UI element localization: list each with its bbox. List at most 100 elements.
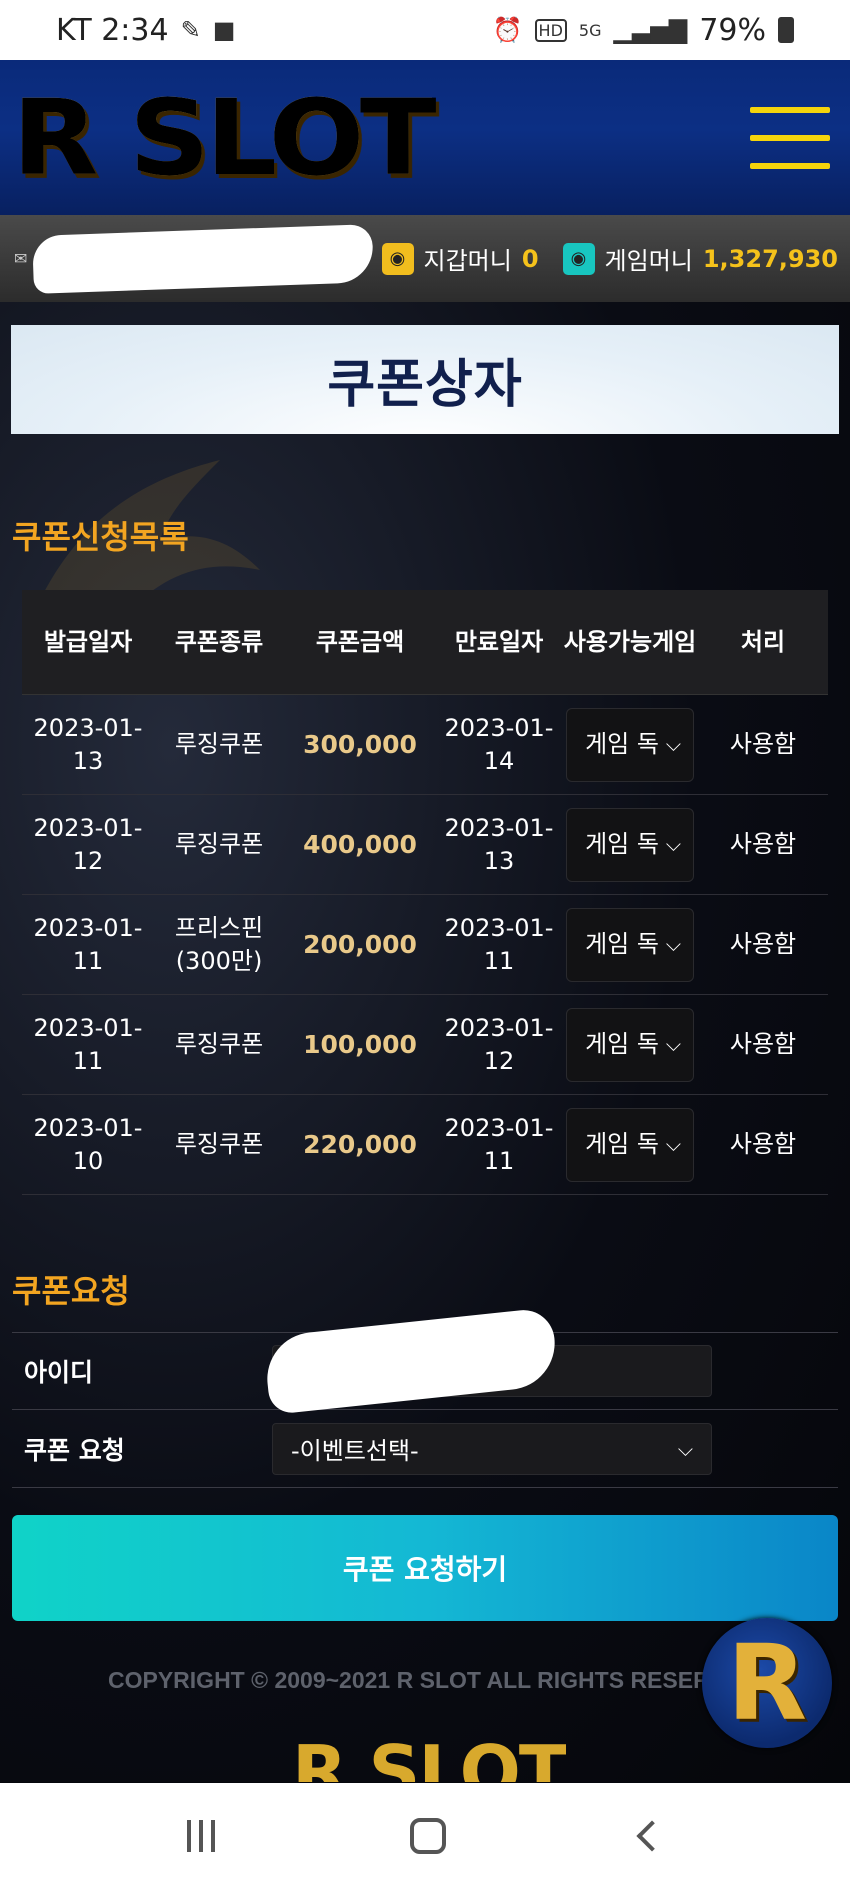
coupon-type: 루징쿠폰 [174,830,264,859]
redacted-username [32,223,375,294]
game-select-value: 게임 독 [585,1030,659,1059]
recent-apps-icon[interactable] [187,1820,216,1852]
game-select[interactable]: 게임 독 ⌵ [566,1007,694,1082]
game-select-cell: 게임 독 ⌵ [562,707,698,782]
table-row: 2023-01-13 루징쿠폰 300,000 2023-01-14 게임 독 ⌵ 사용함 [22,695,828,795]
site-header: R SLOT [0,60,850,215]
game-select[interactable]: 게임 독 ⌵ [566,807,694,882]
game-select-value: 게임 독 [585,730,659,759]
game-money-label: 게임머니 [604,247,693,275]
issued-date: 2023-01-11 [33,1014,143,1075]
carrier-time: KT 2:34 [56,12,169,48]
message-icon: ■ [212,16,236,44]
android-nav-bar [0,1783,850,1889]
chevron-down-icon: ⌵ [665,1032,681,1056]
wallet-icon: ◉ [381,242,414,275]
coupon-type: 루징쿠폰 [174,1030,264,1059]
back-icon[interactable] [636,1820,668,1852]
coupon-request-button[interactable]: 쿠폰 요청하기 [12,1515,838,1621]
chevron-down-icon: ⌵ [665,732,681,756]
col-status: 처리 [740,627,786,656]
col-issued: 발급일자 [43,627,133,656]
expiry-date: 2023-01-14 [444,714,554,775]
game-select-cell: 게임 독 ⌵ [562,807,698,882]
r-badge-button[interactable]: R [702,1618,832,1748]
coupon-status: 사용함 [729,930,797,959]
game-select-cell: 게임 독 ⌵ [562,1107,698,1182]
expiry-date: 2023-01-12 [444,1014,554,1075]
game-select-cell: 게임 독 ⌵ [562,1007,698,1082]
coupon-type: 프리스핀(300만) [174,914,264,975]
battery-level: 79% [699,12,766,48]
chevron-down-icon: ⌵ [665,832,681,856]
game-select-cell: 게임 독 ⌵ [562,907,698,982]
status-bar: KT 2:34 ✎ ■ ⏰ HD 5G ▁▃▅▇ 79% [0,0,850,60]
home-icon[interactable] [409,1818,446,1854]
game-money-icon: ◉ [562,242,595,275]
coupon-status: 사용함 [729,730,797,759]
signal-icon: ▁▃▅▇ [613,16,688,44]
coupon-status: 사용함 [729,1130,797,1159]
5g-icon: 5G [578,20,602,40]
game-select-value: 게임 독 [585,1130,659,1159]
expiry-date: 2023-01-13 [444,814,554,875]
coupon-amount: 200,000 [303,929,417,959]
coupon-amount: 400,000 [303,829,417,859]
site-logo[interactable]: R SLOT [12,86,437,190]
coupon-amount: 220,000 [303,1129,417,1159]
event-select[interactable]: -이벤트선택- ⌵ [272,1422,712,1475]
game-select[interactable]: 게임 독 ⌵ [566,1107,694,1182]
col-game: 사용가능게임 [563,627,697,656]
chevron-down-icon: ⌵ [665,1132,681,1156]
mail-icon[interactable]: ✉ [14,249,27,268]
battery-icon [778,17,794,43]
coupon-status: 사용함 [729,1030,797,1059]
issued-date: 2023-01-11 [33,914,143,975]
game-select[interactable]: 게임 독 ⌵ [566,707,694,782]
menu-icon[interactable] [750,106,830,169]
issued-date: 2023-01-13 [33,714,143,775]
game-select[interactable]: 게임 독 ⌵ [566,907,694,982]
chevron-down-icon: ⌵ [677,1436,693,1461]
expiry-date: 2023-01-11 [444,1114,554,1175]
alarm-icon: ⏰ [492,16,523,44]
issued-date: 2023-01-10 [33,1114,143,1175]
coupon-row: 쿠폰 요청 -이벤트선택- ⌵ [12,1410,838,1488]
issued-date: 2023-01-12 [33,814,143,875]
id-label: 아이디 [24,1358,94,1387]
coupon-label: 쿠폰 요청 [24,1435,125,1465]
game-select-value: 게임 독 [585,830,659,859]
user-bar: ✉ ◉ 지갑머니 0 ◉ 게임머니 1,327,930 [0,215,850,302]
col-type: 쿠폰종류 [174,627,264,656]
event-select-value: -이벤트선택- [291,1437,419,1465]
copyright-text: COPYRIGHT © 2009~2021 R SLOT ALL RIGHTS … [108,1667,725,1693]
coupon-list-title: 쿠폰신청목록 [12,518,189,556]
coupon-type: 루징쿠폰 [174,1130,264,1159]
col-amount: 쿠폰금액 [315,627,405,656]
coupon-amount: 300,000 [303,729,417,759]
pill-icon: ✎ [180,16,201,44]
hd-icon: HD [534,18,567,42]
table-row: 2023-01-10 루징쿠폰 220,000 2023-01-11 게임 독 ⌵ 사용함 [22,1095,828,1195]
footer-logo: R SLOT [292,1736,566,1782]
money-summary: ◉ 지갑머니 0 ◉ 게임머니 1,327,930 [381,241,838,276]
coupon-amount: 100,000 [303,1029,417,1059]
col-expires: 만료일자 [454,627,544,656]
wallet-money-value: 0 [521,244,539,273]
chevron-down-icon: ⌵ [665,932,681,956]
page-title-banner: 쿠폰상자 [11,325,839,434]
game-select-value: 게임 독 [585,930,659,959]
page-title: 쿠폰상자 [327,355,523,415]
table-row: 2023-01-11 루징쿠폰 100,000 2023-01-12 게임 독 ⌵ 사용함 [22,995,828,1095]
game-money-value: 1,327,930 [702,244,838,273]
table-header: 발급일자 쿠폰종류 쿠폰금액 만료일자 사용가능게임 처리 [22,590,828,695]
r-badge-letter: R [726,1622,808,1744]
expiry-date: 2023-01-11 [444,914,554,975]
coupon-type: 루징쿠폰 [174,730,264,759]
coupon-status: 사용함 [729,830,797,859]
wallet-money-label: 지갑머니 [423,247,512,275]
coupon-request-title: 쿠폰요청 [12,1272,130,1310]
table-row: 2023-01-12 루징쿠폰 400,000 2023-01-13 게임 독 ⌵ 사용함 [22,795,828,895]
table-row: 2023-01-11 프리스핀(300만) 200,000 2023-01-11 게임 … [22,895,828,995]
coupon-table: 발급일자 쿠폰종류 쿠폰금액 만료일자 사용가능게임 처리 2023-01-13… [22,590,828,1195]
